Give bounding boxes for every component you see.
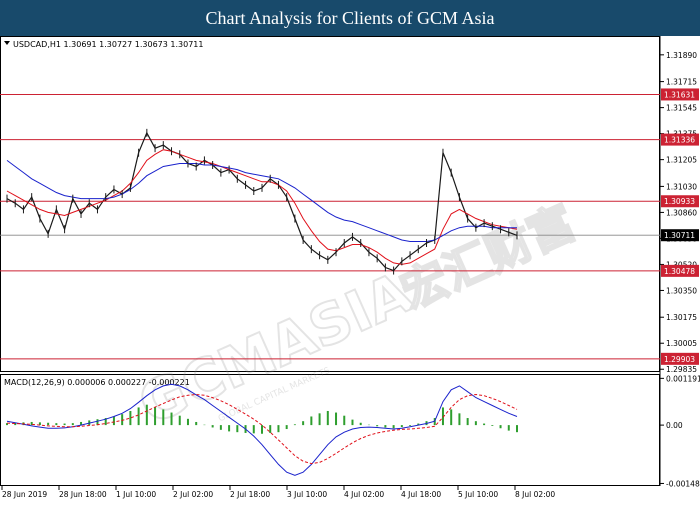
time-tick-label: 5 Jul 10:00 [458, 490, 498, 499]
header-bar: Chart Analysis for Clients of GCM Asia [0, 0, 700, 36]
ma-fast-line [6, 149, 518, 265]
watermark: GCMASIA 宏汇财富 GLOBAL CAPITAL MARKETS [128, 194, 584, 439]
time-tick-label: 4 Jul 02:00 [344, 490, 384, 499]
macd-indicator: 0.001191 0.00 -0.001486 [6, 374, 700, 488]
price-tick-label: 1.30860 [666, 208, 697, 217]
symbol-menu-arrow-icon[interactable] [4, 41, 10, 45]
time-tick-label: 28 Jun 2019 [2, 490, 47, 499]
price-tick-label: 1.30175 [666, 313, 697, 322]
level-label: 1.29903 [664, 355, 695, 364]
price-tick-label: 1.30350 [666, 286, 697, 295]
page-title: Chart Analysis for Clients of GCM Asia [205, 8, 495, 28]
price-tick-label: 1.30005 [666, 339, 697, 348]
macd-info: MACD(12,26,9) 0.000006 0.000227 -0.00022… [4, 378, 190, 387]
macd-tick-label: 0.00 [666, 421, 683, 430]
time-tick-label: 4 Jul 18:00 [401, 490, 441, 499]
watermark-chinese: 宏汇财富 [393, 195, 583, 319]
time-tick-label: 1 Jul 10:00 [116, 490, 156, 499]
current-price-label: 1.30711 [664, 231, 695, 240]
macd-tick-label: -0.001486 [666, 479, 700, 488]
macd-panel-border [0, 374, 660, 486]
level-label: 1.31631 [664, 90, 695, 99]
symbol-info: USDCAD,H1 1.30691 1.30727 1.30673 1.3071… [13, 40, 203, 49]
chart-frame: GCMASIA 宏汇财富 GLOBAL CAPITAL MARKETS USDC… [0, 36, 700, 500]
level-label: 1.30933 [664, 197, 695, 206]
time-axis: 28 Jun 2019 28 Jun 18:00 1 Jul 10:00 2 Jul … [1, 486, 555, 499]
time-tick-label: 2 Jul 02:00 [173, 490, 213, 499]
price-tick-label: 1.31715 [666, 78, 697, 87]
time-tick-label: 2 Jul 18:00 [230, 490, 270, 499]
level-label: 1.31336 [664, 136, 695, 145]
chart-svg[interactable]: GCMASIA 宏汇财富 GLOBAL CAPITAL MARKETS USDC… [0, 36, 700, 500]
macd-tick-label: 0.001191 [666, 374, 700, 383]
time-tick-label: 28 Jun 18:00 [59, 490, 107, 499]
price-tick-label: 1.31030 [666, 182, 697, 191]
level-label: 1.30478 [664, 267, 695, 276]
price-tick-label: 1.31545 [666, 104, 697, 113]
price-tick-label: 1.31890 [666, 51, 697, 60]
time-tick-label: 8 Jul 02:00 [515, 490, 555, 499]
price-tick-label: 1.29835 [666, 365, 697, 374]
time-tick-label: 3 Jul 10:00 [287, 490, 327, 499]
watermark-text: GCMASIA [129, 260, 422, 438]
price-tick-label: 1.31205 [666, 156, 697, 165]
